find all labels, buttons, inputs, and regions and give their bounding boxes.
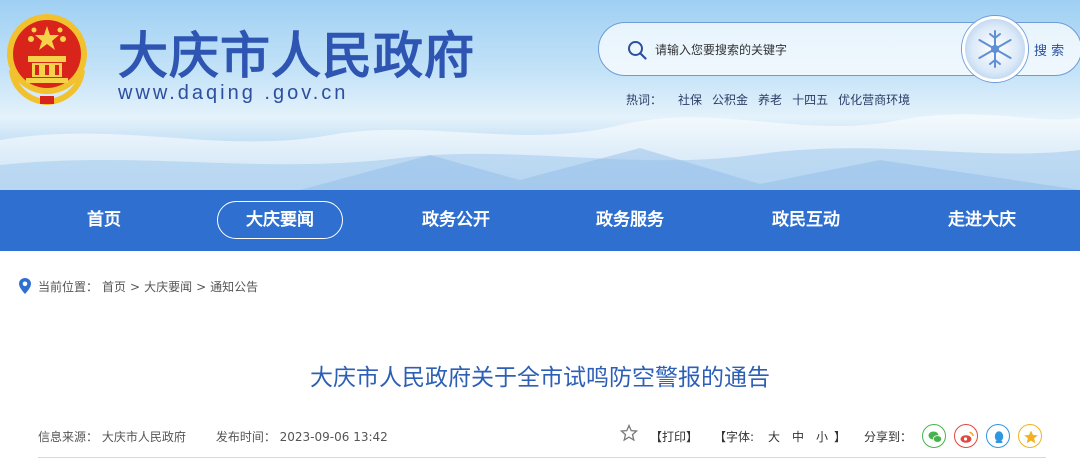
nav-item-government-services[interactable]: 政务服务	[572, 201, 688, 239]
breadcrumb-link-notices[interactable]: 通知公告	[210, 280, 258, 294]
share-label: 分享到：	[864, 430, 913, 444]
info-source: 信息来源： 大庆市人民政府	[38, 430, 186, 444]
site-header: 大庆市人民政府 www.daqing .gov.cn 搜 索 热词： 社保公积金养…	[0, 0, 1080, 190]
favorite-star-icon[interactable]	[620, 424, 638, 442]
wechat-icon[interactable]	[922, 424, 946, 448]
publish-time: 发布时间： 2023-09-06 13:42	[215, 430, 388, 444]
hotword-link[interactable]: 养老	[758, 91, 782, 108]
meta-divider	[38, 457, 1046, 458]
article-title: 大庆市人民政府关于全市试鸣防空警报的通告	[310, 365, 770, 391]
search-input[interactable]	[655, 37, 955, 63]
print-button[interactable]: 【打印】	[650, 428, 698, 445]
breadcrumb-link-news[interactable]: 大庆要闻	[144, 280, 192, 294]
article-meta: 信息来源： 大庆市人民政府 发布时间： 2023-09-06 13:42	[38, 428, 388, 445]
hotword-link[interactable]: 社保	[678, 91, 702, 108]
breadcrumb-link-home[interactable]: 首页	[102, 280, 126, 294]
hotword-link[interactable]: 公积金	[712, 91, 748, 108]
font-size-medium[interactable]: 中	[792, 428, 804, 445]
nav-item-government-affairs[interactable]: 政务公开	[398, 201, 514, 239]
location-pin-icon	[19, 278, 31, 294]
snowflake-badge-icon	[962, 16, 1028, 82]
font-size-close: 】	[834, 430, 847, 444]
site-title[interactable]: 大庆市人民政府	[118, 16, 475, 88]
qzone-icon[interactable]	[1018, 424, 1042, 448]
breadcrumb-separator: >	[130, 280, 141, 294]
font-size-large[interactable]: 大	[768, 428, 780, 445]
nav-item-interaction[interactable]: 政民互动	[748, 201, 864, 239]
weibo-icon[interactable]	[954, 424, 978, 448]
hotword-link[interactable]: 优化营商环境	[838, 91, 910, 108]
qq-icon[interactable]	[986, 424, 1010, 448]
font-size-small[interactable]: 小	[816, 428, 828, 445]
nav-item-about-daqing[interactable]: 走进大庆	[924, 201, 1040, 239]
hotwords-label: 热词：	[626, 93, 663, 107]
main-nav: 首页 大庆要闻 政务公开 政务服务 政民互动 走进大庆	[0, 190, 1080, 251]
font-size-label: 【字体:	[714, 430, 755, 444]
search-icon	[628, 41, 647, 60]
nav-item-home[interactable]: 首页	[52, 201, 156, 239]
site-url: www.daqing .gov.cn	[118, 82, 349, 104]
hotwords: 热词： 社保 公积金 养老 十四五 优化营商环境	[626, 91, 920, 108]
breadcrumb-separator: >	[196, 280, 207, 294]
hotword-link[interactable]: 十四五	[792, 91, 828, 108]
breadcrumb-label: 当前位置：	[38, 280, 99, 294]
national-emblem-icon	[7, 14, 87, 106]
nav-item-daqing-news[interactable]: 大庆要闻	[217, 201, 343, 239]
search-button[interactable]: 搜 索	[1034, 40, 1064, 59]
